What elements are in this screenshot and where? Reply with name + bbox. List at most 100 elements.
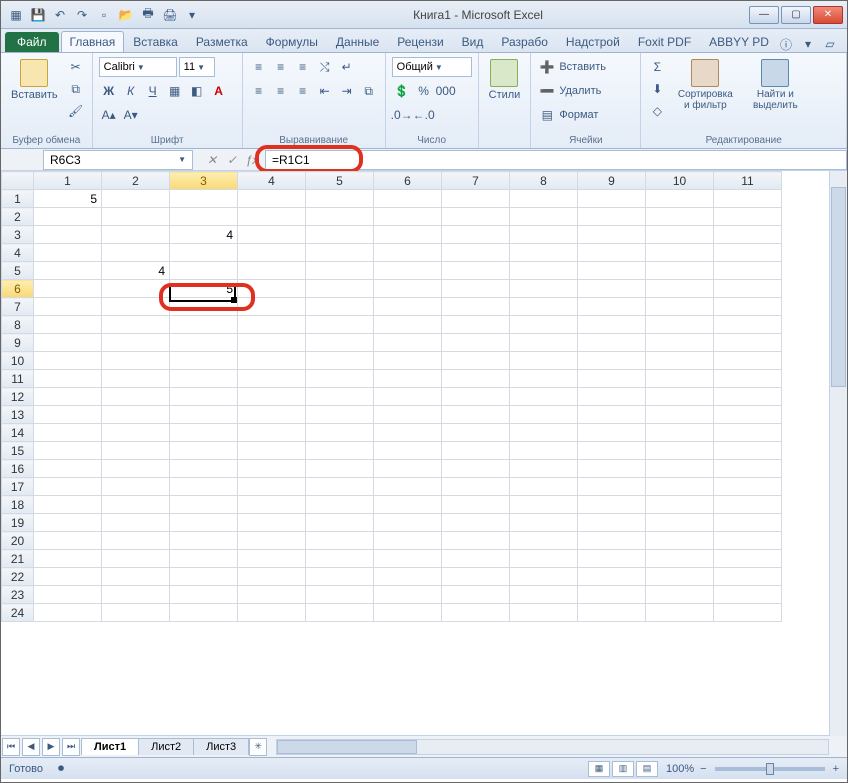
tab-data[interactable]: Данные [327, 31, 388, 52]
cell[interactable] [714, 478, 782, 496]
delete-cells-icon[interactable]: ➖ [537, 81, 557, 101]
cell[interactable] [510, 604, 578, 622]
cell[interactable] [170, 586, 238, 604]
cell[interactable] [510, 442, 578, 460]
cell[interactable] [238, 352, 306, 370]
cell[interactable] [238, 370, 306, 388]
cell[interactable] [646, 478, 714, 496]
cell[interactable] [578, 244, 646, 262]
cell[interactable] [714, 352, 782, 370]
close-workbook-icon[interactable]: ✕ [844, 36, 848, 52]
cell[interactable] [374, 604, 442, 622]
worksheet-grid[interactable]: 1234567891011152344546578910111213141516… [1, 171, 847, 735]
cell[interactable] [442, 550, 510, 568]
name-box-dropdown-icon[interactable]: ▼ [178, 155, 186, 164]
cell[interactable] [238, 532, 306, 550]
sheet-tab-1[interactable]: Лист1 [81, 738, 139, 755]
cell[interactable] [646, 604, 714, 622]
cell[interactable] [34, 316, 102, 334]
cell[interactable] [306, 478, 374, 496]
column-header[interactable]: 8 [510, 172, 578, 190]
copy-icon[interactable]: ⧉ [66, 79, 86, 99]
cell[interactable] [102, 514, 170, 532]
vertical-scrollbar[interactable] [829, 171, 847, 736]
cell[interactable] [34, 208, 102, 226]
cell[interactable] [238, 298, 306, 316]
cell[interactable] [442, 226, 510, 244]
row-header[interactable]: 11 [2, 370, 34, 388]
cell[interactable] [646, 388, 714, 406]
cell[interactable] [306, 316, 374, 334]
cell[interactable] [714, 370, 782, 388]
cell[interactable] [646, 550, 714, 568]
cell[interactable] [578, 298, 646, 316]
cell[interactable] [34, 532, 102, 550]
cell[interactable] [102, 478, 170, 496]
orientation-icon[interactable]: ⤭ [315, 57, 335, 77]
cell[interactable] [374, 514, 442, 532]
cell[interactable] [306, 298, 374, 316]
cell[interactable] [34, 352, 102, 370]
column-header[interactable]: 5 [306, 172, 374, 190]
cell[interactable] [714, 550, 782, 568]
cell[interactable] [578, 514, 646, 532]
name-box[interactable]: R6C3 ▼ [43, 150, 193, 170]
cell[interactable] [510, 370, 578, 388]
cell[interactable] [374, 550, 442, 568]
cell[interactable] [306, 406, 374, 424]
sheet-tab-2[interactable]: Лист2 [138, 738, 194, 755]
zoom-out-icon[interactable]: − [700, 763, 706, 775]
cell[interactable] [34, 514, 102, 532]
number-format-combo[interactable]: Общий▼ [392, 57, 472, 77]
cell[interactable] [442, 334, 510, 352]
cell[interactable] [306, 334, 374, 352]
cell[interactable] [238, 334, 306, 352]
cell[interactable] [238, 190, 306, 208]
cell[interactable] [646, 226, 714, 244]
cell[interactable] [578, 586, 646, 604]
cell[interactable] [34, 442, 102, 460]
cell[interactable] [714, 442, 782, 460]
cell[interactable] [510, 460, 578, 478]
cell[interactable] [374, 460, 442, 478]
row-header[interactable]: 24 [2, 604, 34, 622]
wrap-text-icon[interactable]: ↵ [337, 57, 357, 77]
delete-cells-label[interactable]: Удалить [559, 85, 601, 97]
cell[interactable] [442, 460, 510, 478]
cell[interactable] [170, 478, 238, 496]
cell[interactable]: 5 [170, 280, 238, 298]
cell[interactable]: 4 [170, 226, 238, 244]
cell[interactable] [442, 388, 510, 406]
cell[interactable] [510, 478, 578, 496]
restore-window-icon[interactable]: ▱ [822, 36, 838, 52]
cell[interactable] [34, 406, 102, 424]
cell[interactable] [578, 190, 646, 208]
cell[interactable] [102, 442, 170, 460]
cell[interactable] [714, 334, 782, 352]
dropdown-icon[interactable]: ▾ [183, 6, 201, 24]
horizontal-scroll-thumb[interactable] [277, 740, 417, 754]
cell[interactable] [714, 208, 782, 226]
cell[interactable] [170, 496, 238, 514]
cell[interactable] [578, 604, 646, 622]
cell[interactable] [714, 496, 782, 514]
cell[interactable] [646, 208, 714, 226]
cell[interactable] [442, 370, 510, 388]
cell[interactable] [34, 334, 102, 352]
align-bottom-icon[interactable]: ≡ [293, 57, 313, 77]
cell[interactable] [646, 280, 714, 298]
cell[interactable] [442, 424, 510, 442]
cell[interactable] [578, 280, 646, 298]
cell[interactable] [34, 244, 102, 262]
cell[interactable] [170, 424, 238, 442]
sheet-tab-3[interactable]: Лист3 [193, 738, 249, 755]
increase-decimal-icon[interactable]: .0→ [392, 105, 412, 125]
cell[interactable] [238, 406, 306, 424]
border-button[interactable]: ▦ [165, 81, 185, 101]
increase-indent-icon[interactable]: ⇥ [337, 81, 357, 101]
cell[interactable] [442, 586, 510, 604]
cell[interactable] [510, 280, 578, 298]
cell[interactable] [510, 406, 578, 424]
cell[interactable] [510, 190, 578, 208]
excel-icon[interactable]: ▦ [7, 6, 25, 24]
